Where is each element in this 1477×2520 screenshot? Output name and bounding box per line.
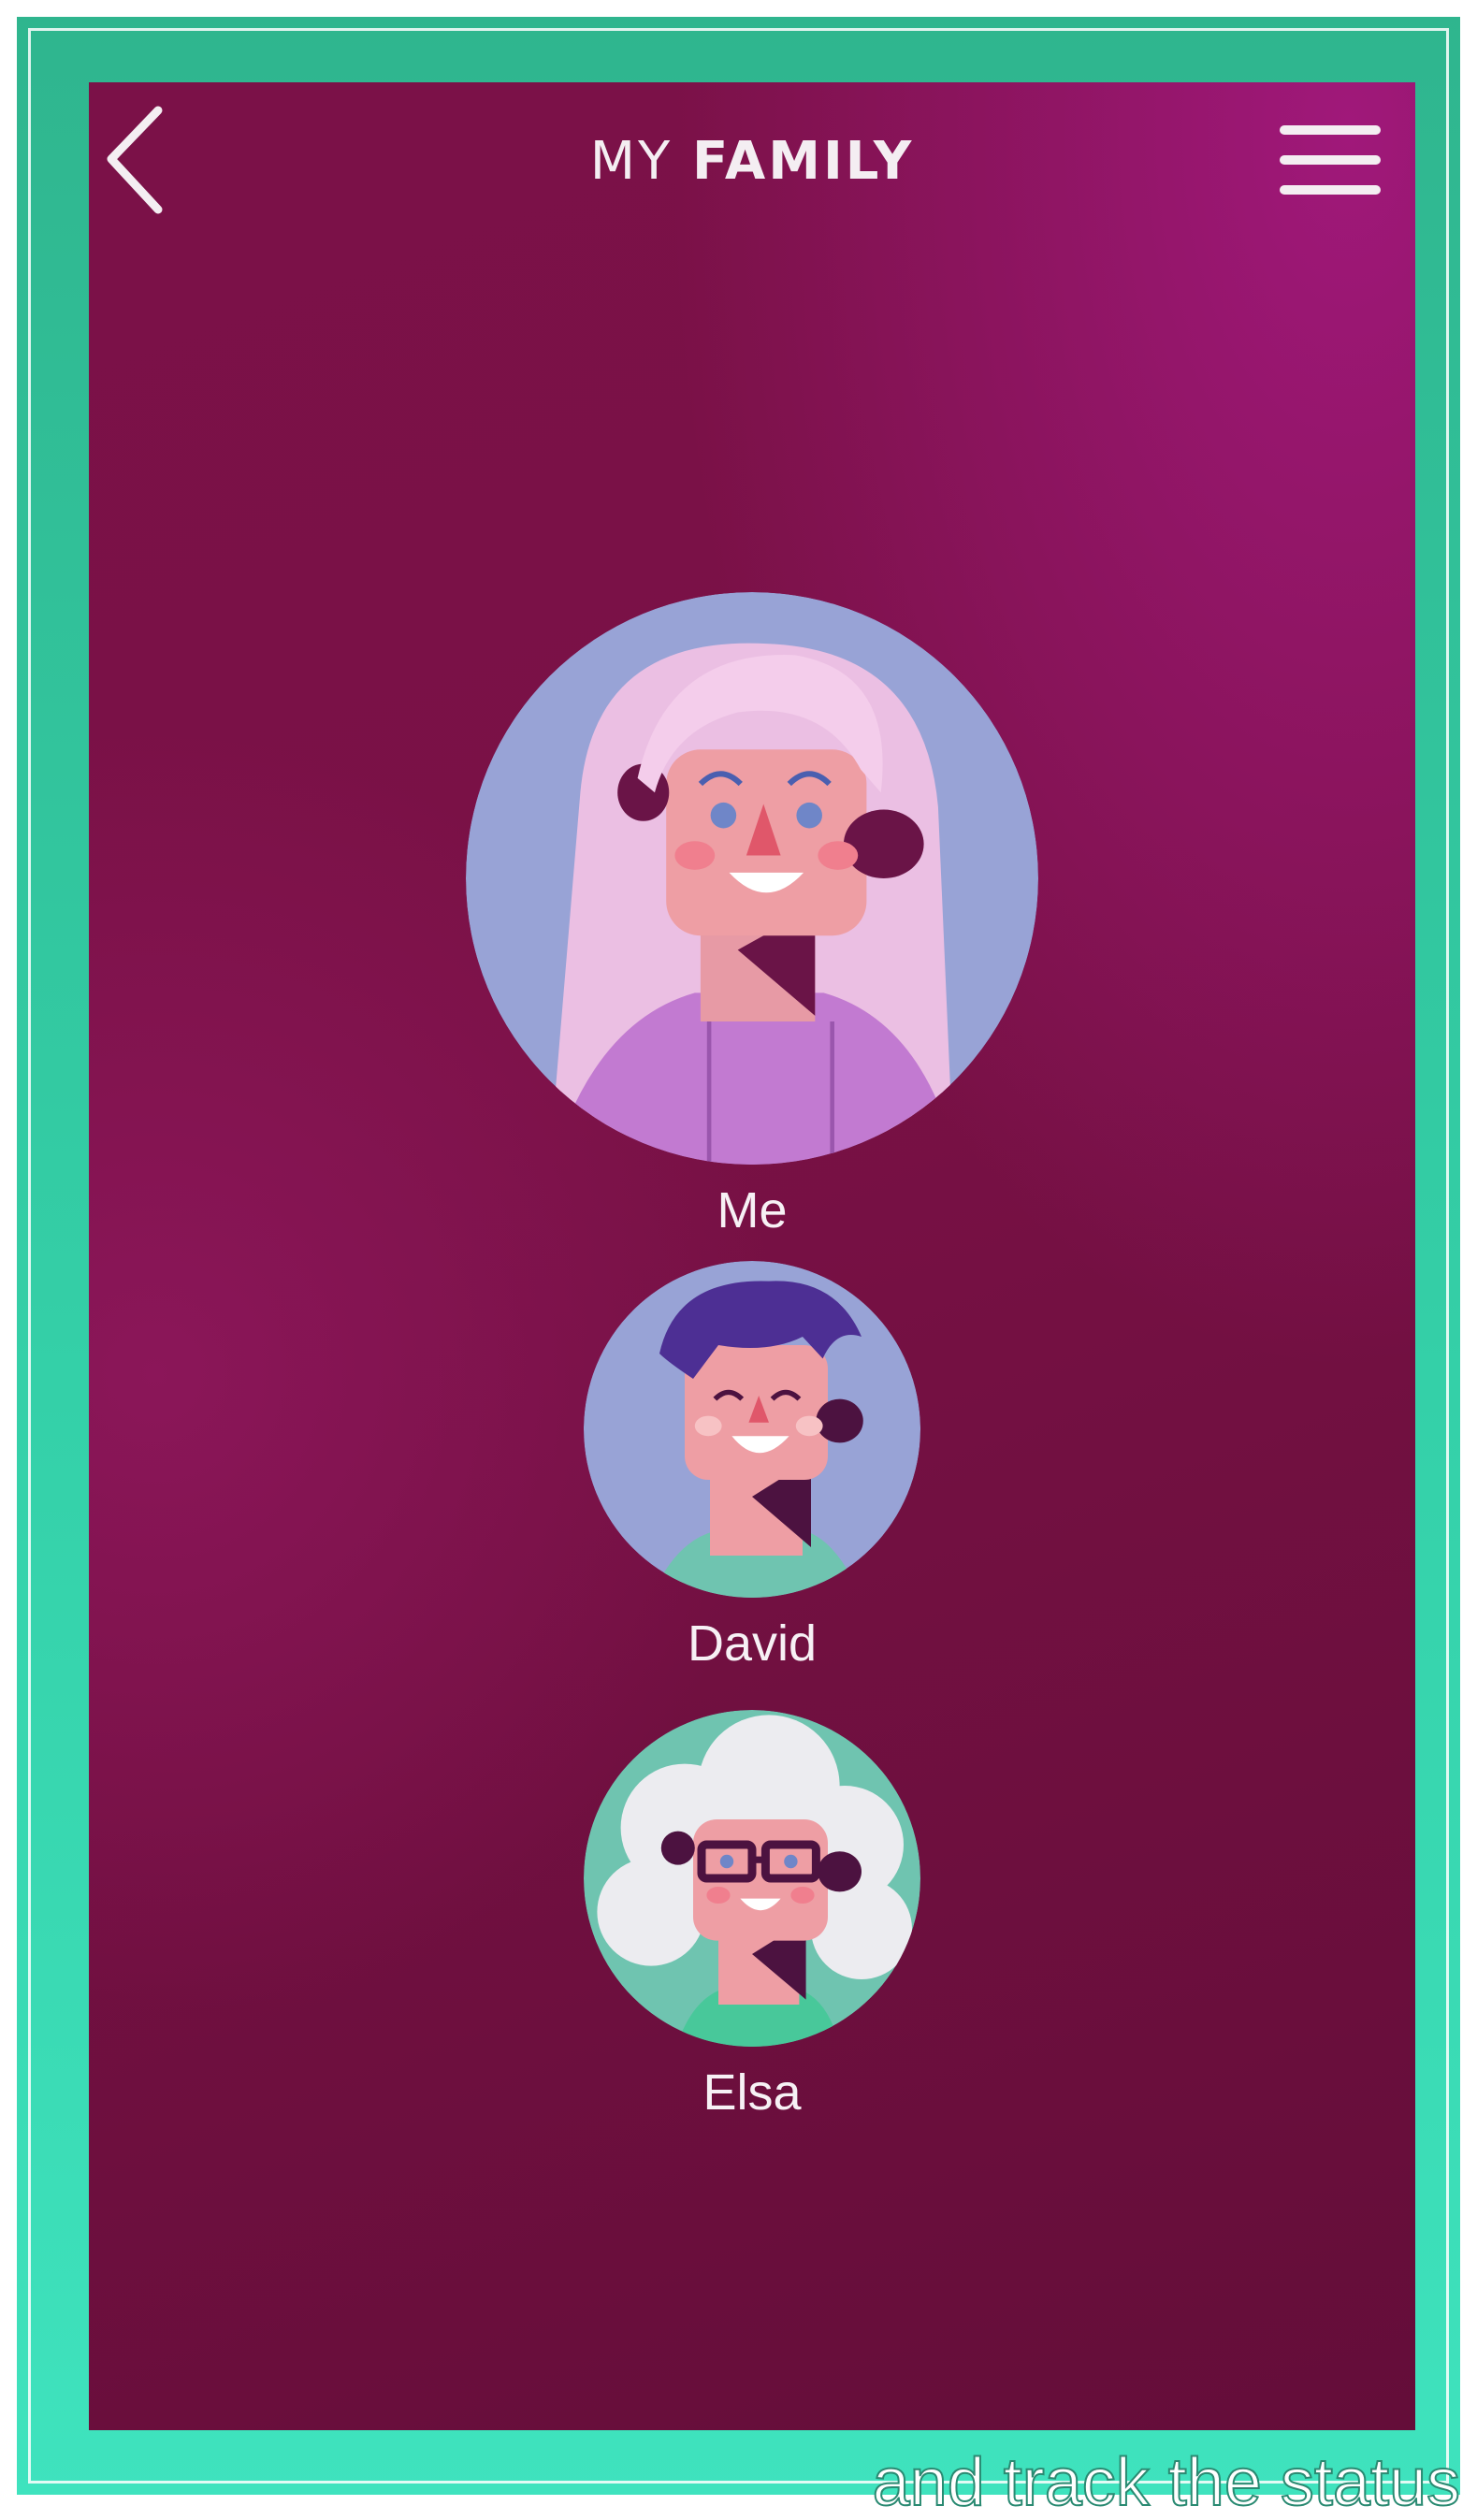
man-avatar-icon <box>584 1261 920 1598</box>
page-title: MY FAMILY <box>89 131 1415 192</box>
member-name-david: David <box>89 1615 1415 1673</box>
avatar-david[interactable] <box>584 1261 920 1598</box>
menu-button[interactable] <box>1275 120 1387 204</box>
family-member-elsa[interactable]: Elsa <box>89 1710 1415 2122</box>
woman-avatar-icon <box>466 592 1038 1165</box>
top-bar: MY FAMILY <box>89 82 1415 241</box>
video-caption: and track the status <box>873 2446 1460 2512</box>
hamburger-menu-icon <box>1275 120 1387 204</box>
member-name-elsa: Elsa <box>89 2064 1415 2122</box>
avatar-elsa[interactable] <box>584 1710 920 2047</box>
app-screen: MY FAMILY <box>89 82 1415 2430</box>
family-member-me[interactable]: Me <box>89 592 1415 1239</box>
member-name-me: Me <box>89 1181 1415 1239</box>
page-title-bold: FAMILY <box>692 131 914 192</box>
grandmother-avatar-icon <box>584 1710 920 2047</box>
avatar-me[interactable] <box>466 592 1038 1165</box>
page-title-light: MY <box>590 131 673 192</box>
family-member-david[interactable]: David <box>89 1261 1415 1673</box>
